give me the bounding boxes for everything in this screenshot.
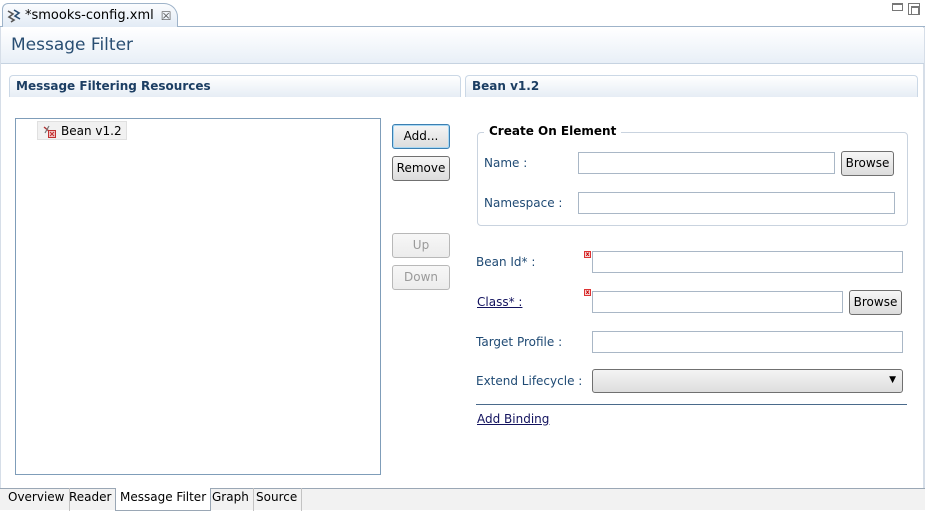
page-tab-bar: Overview Reader Message Filter Graph Sou… (0, 488, 925, 511)
tree-item-bean[interactable]: Bean v1.2 (37, 121, 127, 140)
class-link[interactable]: Class* : (477, 295, 522, 309)
extend-lifecycle-select[interactable]: ▼ (592, 369, 903, 393)
group-title: Create On Element (484, 124, 622, 138)
name-label: Name : (484, 156, 528, 170)
close-icon[interactable]: ☒ (161, 9, 172, 23)
editor-border-left (0, 27, 1, 488)
editor-tab-label: *smooks-config.xml (25, 8, 154, 23)
minimize-icon[interactable] (892, 3, 903, 11)
extend-lifecycle-label: Extend Lifecycle : (476, 374, 583, 388)
page-title: Message Filter (11, 35, 134, 55)
target-profile-label: Target Profile : (476, 335, 563, 349)
error-icon: x (584, 289, 591, 296)
up-button[interactable]: Up (392, 233, 450, 258)
bean-id-field[interactable] (592, 251, 903, 273)
namespace-field[interactable] (578, 192, 895, 214)
resource-tree[interactable]: Bean v1.2 (15, 118, 381, 475)
smooks-file-icon (7, 8, 21, 23)
error-icon: x (584, 251, 591, 258)
tab-overview[interactable]: Overview (4, 488, 70, 511)
tab-reader[interactable]: Reader (65, 488, 117, 511)
divider (476, 404, 907, 405)
tree-item-label: Bean v1.2 (61, 124, 122, 138)
tab-graph[interactable]: Graph (208, 488, 254, 511)
chevron-down-icon: ▼ (889, 375, 896, 385)
target-profile-field[interactable] (592, 331, 903, 353)
editor-tab[interactable]: *smooks-config.xml ☒ (2, 3, 178, 27)
browse-element-button[interactable]: Browse (841, 151, 894, 176)
form-header: Message Filter (1, 28, 924, 64)
tab-message-filter[interactable]: Message Filter (115, 488, 212, 511)
section-title-bean[interactable]: Bean v1.2 (465, 75, 918, 97)
name-field[interactable] (578, 152, 835, 174)
bean-icon (43, 125, 56, 138)
tab-source[interactable]: Source (252, 488, 303, 511)
browse-class-button[interactable]: Browse (849, 290, 902, 315)
add-button[interactable]: Add... (392, 124, 450, 149)
maximize-icon[interactable] (908, 3, 920, 15)
bean-id-label: Bean Id* : (476, 255, 536, 269)
class-field[interactable] (592, 291, 843, 313)
remove-button[interactable]: Remove (392, 156, 450, 181)
down-button[interactable]: Down (392, 265, 450, 290)
section-title-resources[interactable]: Message Filtering Resources (9, 75, 461, 97)
add-binding-link[interactable]: Add Binding (477, 412, 549, 426)
namespace-label: Namespace : (484, 196, 563, 210)
